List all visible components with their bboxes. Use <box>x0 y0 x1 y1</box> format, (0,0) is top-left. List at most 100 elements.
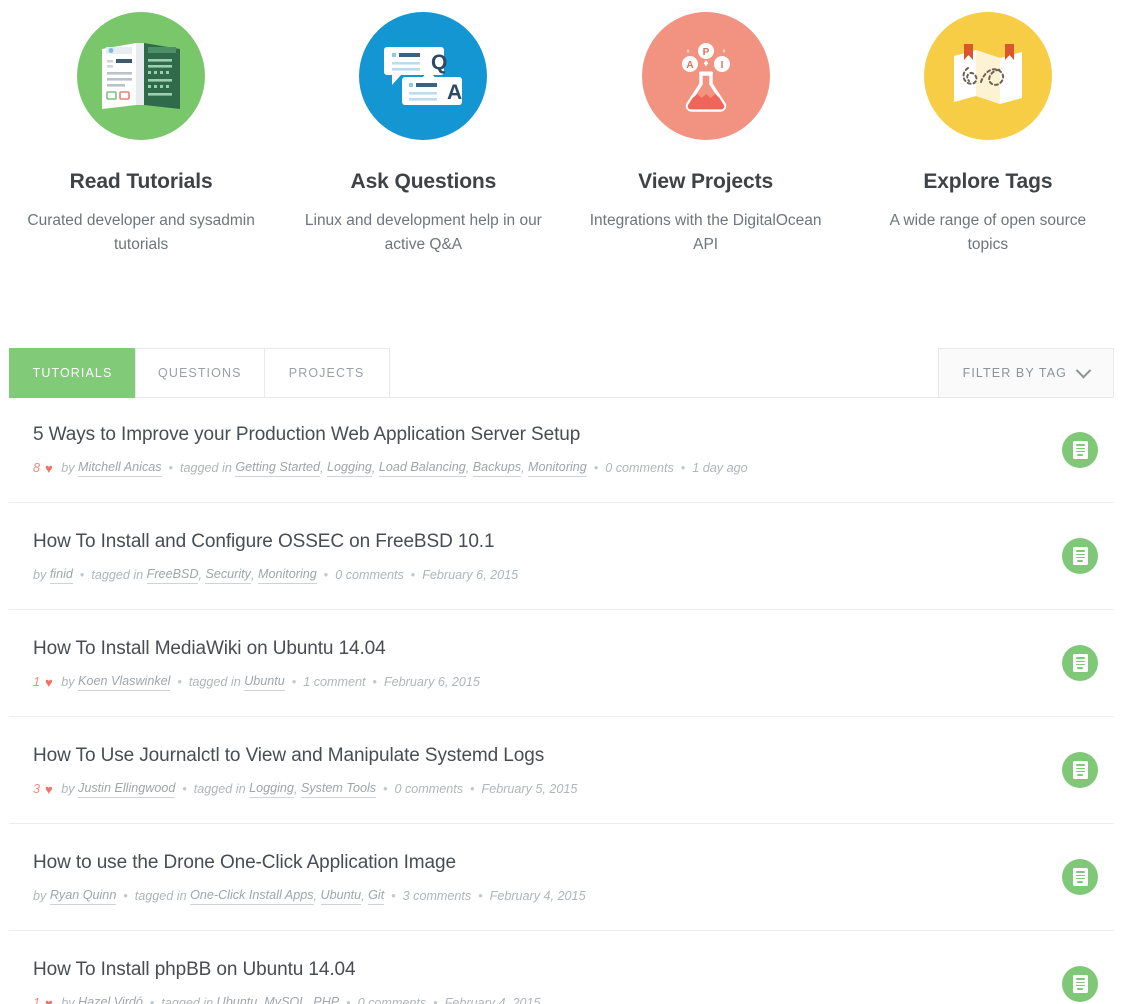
meta-separator: • <box>177 674 182 689</box>
list-item-title[interactable]: How To Install MediaWiki on Ubuntu 14.04 <box>33 636 993 662</box>
tab-questions[interactable]: QUESTIONS <box>135 348 264 398</box>
feature-description: Integrations with the DigitalOcean API <box>589 212 822 253</box>
svg-text:P: P <box>702 47 709 58</box>
tag-link[interactable]: System Tools <box>300 780 377 798</box>
tag-link[interactable]: Monitoring <box>528 459 587 477</box>
list-item-meta: 3 ♥ by Justin Ellingwood • tagged in Loggin… <box>33 780 1099 798</box>
document-icon[interactable] <box>1062 966 1098 1002</box>
document-glyph <box>1072 547 1088 565</box>
feature-title: Explore Tags <box>923 170 1053 193</box>
list-item[interactable]: 5 Ways to Improve your Production Web Ap… <box>9 398 1114 503</box>
meta-separator: • <box>593 460 599 475</box>
list-item-meta: by finid • tagged in FreeBSD, Security, Mo… <box>33 566 1099 584</box>
like-count[interactable]: 3 ♥ <box>33 781 53 798</box>
tag-link[interactable]: PHP <box>313 994 339 1004</box>
map-tags-icon <box>923 12 1052 140</box>
tag-link[interactable]: Security <box>205 566 251 584</box>
tag-link[interactable]: Backups <box>472 459 522 477</box>
tab-projects[interactable]: PROJECTS <box>263 348 390 398</box>
tag-link[interactable]: Ubuntu <box>320 887 362 905</box>
like-count[interactable]: 1 ♥ <box>33 674 53 691</box>
byline-label: by <box>61 995 75 1004</box>
like-count[interactable]: 8 ♥ <box>33 460 53 477</box>
book-tutorial-icon <box>77 12 206 140</box>
author-link[interactable]: finid <box>49 566 73 584</box>
feature-ask-questions[interactable]: Q A Ask Questions Linux and development … <box>282 0 564 256</box>
comment-count[interactable]: 0 comments <box>605 460 674 477</box>
comment-count[interactable]: 1 comment <box>303 674 365 691</box>
list-item[interactable]: How To Install and Configure OSSEC on Fr… <box>9 503 1114 610</box>
meta-separator: • <box>149 995 155 1004</box>
question-answer-bubbles-icon: Q A <box>359 12 488 140</box>
list-item[interactable]: How To Install MediaWiki on Ubuntu 14.04… <box>9 610 1114 717</box>
svg-text:I: I <box>720 60 723 71</box>
tag-link[interactable]: Getting Started <box>235 459 321 477</box>
feature-explore-tags[interactable]: Explore Tags A wide range of open source… <box>847 0 1129 256</box>
list-item-title[interactable]: How to use the Drone One-Click Applicati… <box>33 850 993 876</box>
tag-comma: , <box>320 460 328 475</box>
list-item-title[interactable]: How To Install and Configure OSSEC on Fr… <box>33 529 993 555</box>
tag-link[interactable]: FreeBSD <box>146 566 199 584</box>
feature-highlights: Read Tutorials Curated developer and sys… <box>0 0 1129 256</box>
document-icon[interactable] <box>1062 538 1098 574</box>
document-icon[interactable] <box>1062 859 1098 895</box>
list-item-meta: by Ryan Quinn • tagged in One-Click Instal… <box>33 887 1099 905</box>
author-link[interactable]: Ryan Quinn <box>49 887 117 905</box>
comment-count[interactable]: 0 comments <box>395 781 464 798</box>
document-icon[interactable] <box>1062 752 1098 788</box>
tag-link[interactable]: Logging <box>327 459 372 477</box>
tab-tutorials[interactable]: TUTORIALS <box>9 348 135 398</box>
like-count-value: 1 <box>33 674 41 689</box>
document-icon[interactable] <box>1062 432 1098 468</box>
like-count-value: 8 <box>33 460 41 475</box>
author-link[interactable]: Mitchell Anicas <box>78 459 162 477</box>
byline-label: by <box>33 567 47 582</box>
document-icon[interactable] <box>1062 645 1098 681</box>
meta-separator: • <box>123 888 128 903</box>
feature-read-tutorials[interactable]: Read Tutorials Curated developer and sys… <box>0 0 282 256</box>
tag-link[interactable]: Ubuntu <box>244 673 285 691</box>
comment-count[interactable]: 0 comments <box>358 995 427 1004</box>
tagged-in-label: tagged in <box>161 995 214 1004</box>
tag-link[interactable]: Monitoring <box>257 566 317 584</box>
svg-text:Q: Q <box>431 51 447 74</box>
author-link[interactable]: Koen Vlaswinkel <box>78 673 171 691</box>
list-item-title[interactable]: How To Install phpBB on Ubuntu 14.04 <box>33 957 993 983</box>
tag-link[interactable]: Load Balancing <box>378 459 466 477</box>
tag-link[interactable]: Ubuntu <box>217 994 258 1004</box>
list-item-title[interactable]: 5 Ways to Improve your Production Web Ap… <box>33 422 993 448</box>
tag-link[interactable]: One-Click Install Apps <box>190 887 314 905</box>
tagged-in-label: tagged in <box>188 674 241 689</box>
meta-separator: • <box>383 781 388 796</box>
published-date: February 4, 2015 <box>489 888 586 903</box>
document-glyph <box>1072 441 1088 459</box>
tag-link[interactable]: MySQL <box>264 994 306 1004</box>
tag-link[interactable]: Git <box>368 887 385 905</box>
filter-by-tag-button[interactable]: FILTER BY TAG <box>937 348 1114 398</box>
meta-separator: • <box>79 567 85 582</box>
published-date: February 6, 2015 <box>383 674 480 689</box>
tag-comma: , <box>521 460 529 475</box>
tag-comma: , <box>465 460 473 475</box>
author-link[interactable]: Hazel Virdó <box>78 994 143 1004</box>
filter-by-tag-label: FILTER BY TAG <box>962 366 1067 380</box>
document-glyph <box>1072 654 1088 672</box>
like-count[interactable]: 1 ♥ <box>33 995 53 1004</box>
author-link[interactable]: Justin Ellingwood <box>78 780 176 798</box>
feature-title: Ask Questions <box>350 170 497 193</box>
comment-count[interactable]: 3 comments <box>403 888 472 905</box>
document-glyph <box>1072 761 1088 779</box>
list-item[interactable]: How To Install phpBB on Ubuntu 14.04 1 ♥ b… <box>9 931 1114 1004</box>
tag-comma: , <box>361 888 369 903</box>
feature-description: Linux and development help in our active… <box>304 212 542 253</box>
feature-view-projects[interactable]: P A I View Projects Integrations with th… <box>565 0 847 256</box>
tag-link[interactable]: Logging <box>249 780 294 798</box>
list-item[interactable]: How to use the Drone One-Click Applicati… <box>9 824 1114 931</box>
tagged-in-label: tagged in <box>134 888 187 903</box>
meta-separator: • <box>372 674 377 689</box>
comment-count[interactable]: 0 comments <box>335 567 404 584</box>
meta-separator: • <box>168 460 173 475</box>
list-item[interactable]: How To Use Journalctl to View and Manipu… <box>9 717 1114 824</box>
svg-text:A: A <box>686 60 693 71</box>
list-item-title[interactable]: How To Use Journalctl to View and Manipu… <box>33 743 993 769</box>
